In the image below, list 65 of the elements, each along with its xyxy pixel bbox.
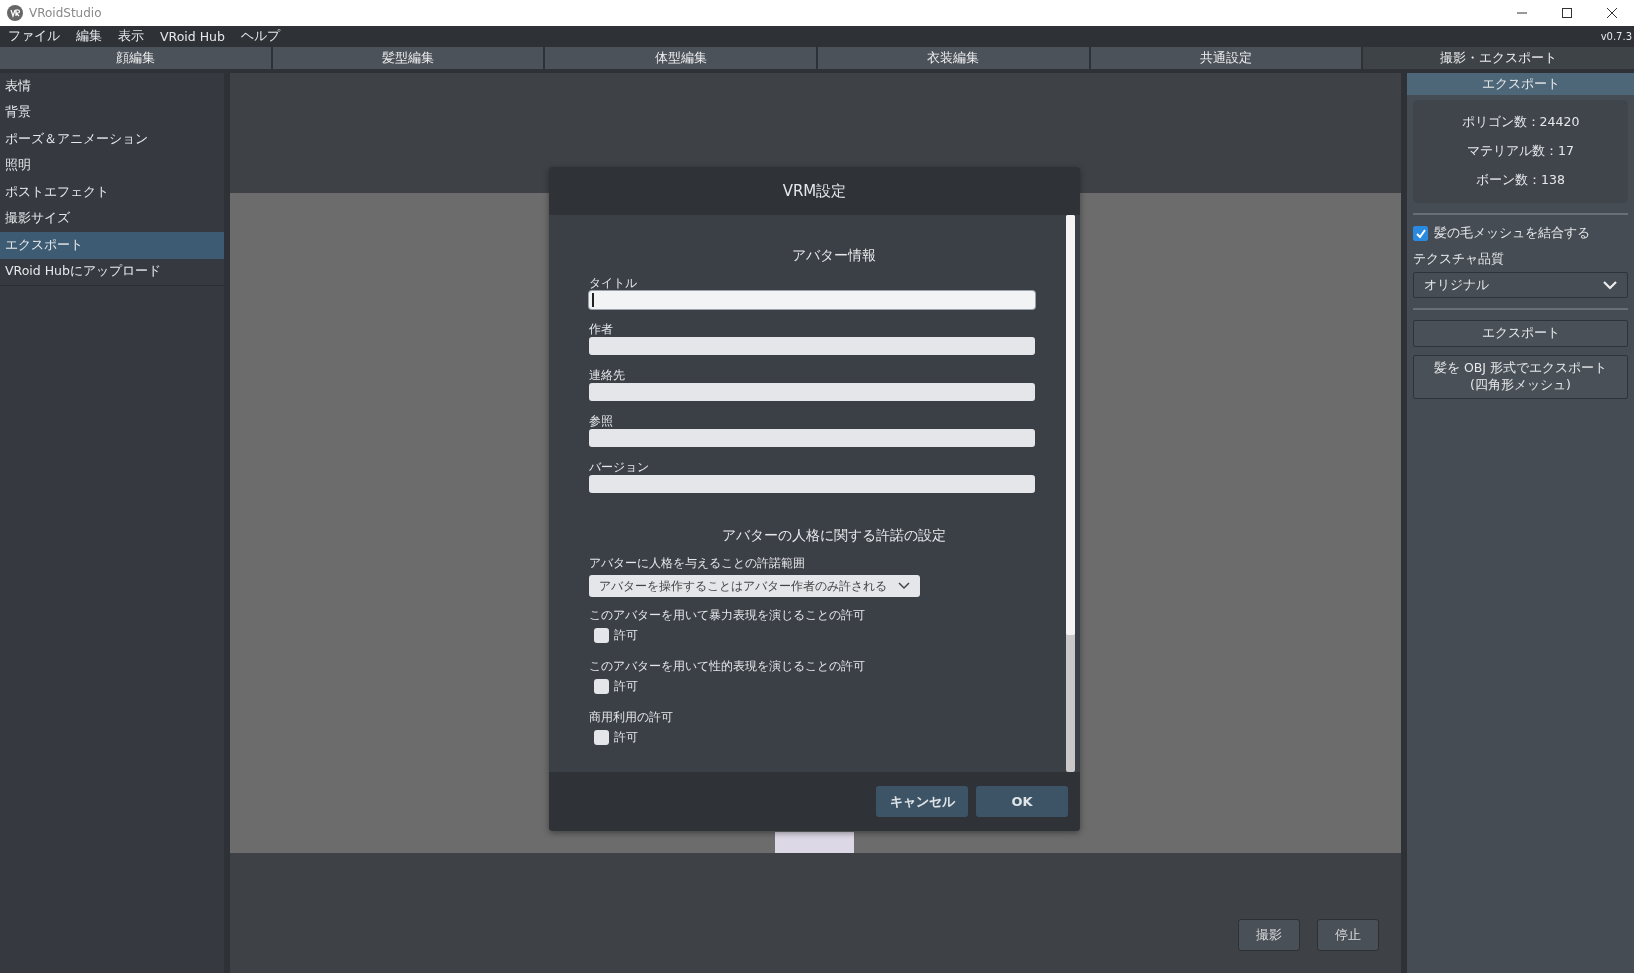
checkbox-label: 許可 [614, 678, 638, 695]
field-label: このアバターを用いて性的表現を演じることの許可 [589, 658, 865, 674]
version-label: v0.7.3 [1600, 31, 1633, 42]
export-button[interactable]: 髪を OBJ 形式でエクスポート (四角形メッシュ) [1413, 355, 1628, 399]
checkbox-label: 髪の毛メッシュを結合する [1434, 225, 1590, 242]
stat-text: マテリアル数：17 [1467, 143, 1574, 160]
tab[interactable]: 撮影・エクスポート [1363, 47, 1634, 69]
field-label: 連絡先 [589, 367, 625, 383]
checkbox[interactable] [1413, 226, 1428, 241]
tab[interactable]: 体型編集 [545, 47, 816, 69]
input-field[interactable] [589, 383, 1035, 401]
dialog-title: VRM設定 [782, 181, 847, 201]
sidebar-item[interactable]: 照明 [0, 152, 224, 179]
dropdown[interactable]: アバターを操作することはアバター作者のみ許される [589, 575, 920, 597]
sidebar-item[interactable]: エクスポート [0, 232, 224, 259]
checkbox[interactable] [594, 730, 609, 745]
field-label: 商用利用の許可 [589, 709, 673, 725]
panel-header: エクスポート [1407, 73, 1634, 95]
action-button[interactable]: 停止 [1317, 919, 1379, 951]
input-field[interactable] [589, 429, 1035, 447]
field-label: バージョン [589, 459, 649, 475]
field-label: タイトル [589, 275, 637, 291]
tab[interactable]: 顔編集 [0, 47, 271, 69]
section-heading: アバターの人格に関する許諾の設定 [721, 527, 946, 545]
dropdown[interactable]: オリジナル [1413, 272, 1628, 298]
checkbox[interactable] [594, 679, 609, 694]
window-title: VRoidStudio [29, 6, 102, 20]
sidebar-item[interactable]: 表情 [0, 73, 224, 100]
stat-text: ボーン数：138 [1476, 172, 1565, 189]
menu-item[interactable]: ヘルプ [240, 28, 280, 45]
sidebar-item[interactable]: ポーズ＆アニメーション [0, 126, 224, 153]
sidebar-item[interactable]: ポストエフェクト [0, 179, 224, 206]
stat-text: ポリゴン数：24420 [1461, 114, 1580, 131]
section-heading: アバター情報 [791, 247, 876, 265]
sidebar-item[interactable]: VRoid Hubにアップロード [0, 258, 224, 286]
chevron-down-icon [898, 582, 910, 590]
chevron-down-icon [1603, 280, 1617, 290]
sidebar-item[interactable]: 背景 [0, 99, 224, 126]
field-label: 作者 [589, 321, 613, 337]
menu-item[interactable]: ファイル [8, 28, 60, 45]
input-field[interactable] [589, 291, 1035, 309]
export-button[interactable]: エクスポート [1413, 320, 1628, 347]
app-logo-icon [7, 5, 23, 21]
menu-item[interactable]: 表示 [118, 28, 144, 45]
action-button[interactable]: 撮影 [1238, 919, 1300, 951]
menu-item[interactable]: VRoid Hub [160, 29, 225, 44]
field-label: 参照 [589, 413, 613, 429]
field-label: このアバターを用いて暴力表現を演じることの許可 [589, 607, 865, 623]
tab[interactable]: 髪型編集 [272, 47, 544, 69]
dialog-button[interactable]: キャンセル [876, 786, 968, 817]
maximize-icon[interactable] [1561, 7, 1573, 19]
input-field[interactable] [589, 475, 1035, 493]
tab[interactable]: 衣装編集 [818, 47, 1089, 69]
checkbox-label: 許可 [614, 627, 638, 644]
scrollbar[interactable] [1066, 215, 1075, 772]
menu-item[interactable]: 編集 [76, 28, 102, 45]
sidebar-item[interactable]: 撮影サイズ [0, 205, 224, 232]
checkbox[interactable] [594, 628, 609, 643]
close-icon[interactable] [1606, 7, 1618, 19]
checkbox-label: 許可 [614, 729, 638, 746]
field-label: テクスチャ品質 [1413, 251, 1505, 268]
input-field[interactable] [589, 337, 1035, 355]
tab[interactable]: 共通設定 [1090, 47, 1362, 69]
field-label: アバターに人格を与えることの許諾範囲 [589, 555, 805, 571]
dialog-button[interactable]: OK [976, 786, 1068, 817]
